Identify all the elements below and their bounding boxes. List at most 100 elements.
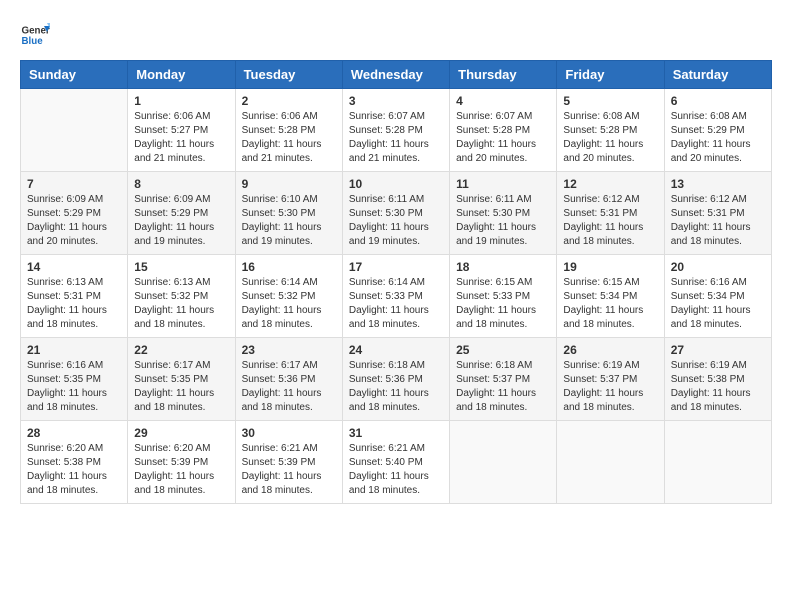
calendar-day-cell: 12Sunrise: 6:12 AMSunset: 5:31 PMDayligh… — [557, 172, 664, 255]
calendar-week-row: 28 Sunrise: 6:20 AMSunset: 5:38 PMDayligh… — [21, 421, 772, 504]
day-number: 9 — [242, 177, 336, 191]
day-info: Sunrise: 6:19 AMSunset: 5:38 PMDaylight:… — [671, 359, 765, 415]
calendar-day-cell: 1Sunrise: 6:06 AMSunset: 5:27 PMDaylight… — [128, 89, 235, 172]
day-number: 26 — [563, 343, 657, 357]
calendar-week-row: 21 Sunrise: 6:16 AMSunset: 5:35 PMDayligh… — [21, 338, 772, 421]
day-number: 2 — [242, 94, 336, 108]
calendar-day-cell: 30 Sunrise: 6:21 AMSunset: 5:39 PMDayligh… — [235, 421, 342, 504]
day-number: 4 — [456, 94, 550, 108]
day-info: Sunrise: 6:12 AMSunset: 5:31 PMDaylight:… — [563, 193, 657, 249]
day-info: Sunrise: 6:07 AMSunset: 5:28 PMDaylight:… — [349, 110, 443, 166]
weekday-header: Saturday — [664, 61, 771, 89]
day-number: 7 — [27, 177, 121, 191]
calendar-week-row: 14Sunrise: 6:13 AMSunset: 5:31 PMDayligh… — [21, 255, 772, 338]
day-info: Sunrise: 6:08 AMSunset: 5:29 PMDaylight:… — [671, 110, 765, 166]
weekday-header: Thursday — [450, 61, 557, 89]
day-number: 15 — [134, 260, 228, 274]
day-info: Sunrise: 6:13 AMSunset: 5:32 PMDaylight:… — [134, 276, 228, 332]
day-info: Sunrise: 6:17 AMSunset: 5:36 PMDaylight:… — [242, 359, 336, 415]
day-info: Sunrise: 6:10 AMSunset: 5:30 PMDaylight:… — [242, 193, 336, 249]
day-info: Sunrise: 6:21 AMSunset: 5:39 PMDaylight:… — [242, 442, 336, 498]
day-info: Sunrise: 6:18 AMSunset: 5:37 PMDaylight:… — [456, 359, 550, 415]
day-info: Sunrise: 6:06 AMSunset: 5:27 PMDaylight:… — [134, 110, 228, 166]
calendar-day-cell: 26 Sunrise: 6:19 AMSunset: 5:37 PMDayligh… — [557, 338, 664, 421]
calendar-table: SundayMondayTuesdayWednesdayThursdayFrid… — [20, 60, 772, 504]
day-number: 3 — [349, 94, 443, 108]
day-info: Sunrise: 6:09 AMSunset: 5:29 PMDaylight:… — [134, 193, 228, 249]
calendar-day-cell: 15 Sunrise: 6:13 AMSunset: 5:32 PMDayligh… — [128, 255, 235, 338]
day-info: Sunrise: 6:20 AMSunset: 5:39 PMDaylight:… — [134, 442, 228, 498]
day-info: Sunrise: 6:21 AMSunset: 5:40 PMDaylight:… — [349, 442, 443, 498]
day-info: Sunrise: 6:11 AMSunset: 5:30 PMDaylight:… — [456, 193, 550, 249]
calendar-day-cell: 7 Sunrise: 6:09 AMSunset: 5:29 PMDaylight… — [21, 172, 128, 255]
day-info: Sunrise: 6:14 AMSunset: 5:33 PMDaylight:… — [349, 276, 443, 332]
calendar-day-cell: 22Sunrise: 6:17 AMSunset: 5:35 PMDayligh… — [128, 338, 235, 421]
logo: General Blue — [20, 20, 50, 50]
day-number: 5 — [563, 94, 657, 108]
weekday-header: Monday — [128, 61, 235, 89]
calendar-day-cell: 29 Sunrise: 6:20 AMSunset: 5:39 PMDayligh… — [128, 421, 235, 504]
day-number: 22 — [134, 343, 228, 357]
day-info: Sunrise: 6:14 AMSunset: 5:32 PMDaylight:… — [242, 276, 336, 332]
day-number: 16 — [242, 260, 336, 274]
day-number: 28 — [27, 426, 121, 440]
calendar-day-cell: 23 Sunrise: 6:17 AMSunset: 5:36 PMDayligh… — [235, 338, 342, 421]
weekday-header: Sunday — [21, 61, 128, 89]
day-number: 17 — [349, 260, 443, 274]
weekday-header: Friday — [557, 61, 664, 89]
logo-icon: General Blue — [20, 20, 50, 50]
calendar-day-cell — [557, 421, 664, 504]
calendar-day-cell: 10Sunrise: 6:11 AMSunset: 5:30 PMDayligh… — [342, 172, 449, 255]
calendar-day-cell: 16 Sunrise: 6:14 AMSunset: 5:32 PMDayligh… — [235, 255, 342, 338]
day-number: 14 — [27, 260, 121, 274]
calendar-day-cell: 19Sunrise: 6:15 AMSunset: 5:34 PMDayligh… — [557, 255, 664, 338]
day-number: 8 — [134, 177, 228, 191]
day-number: 24 — [349, 343, 443, 357]
day-number: 25 — [456, 343, 550, 357]
day-info: Sunrise: 6:09 AMSunset: 5:29 PMDaylight:… — [27, 193, 121, 249]
calendar-day-cell: 3 Sunrise: 6:07 AMSunset: 5:28 PMDaylight… — [342, 89, 449, 172]
calendar-day-cell: 13Sunrise: 6:12 AMSunset: 5:31 PMDayligh… — [664, 172, 771, 255]
day-number: 23 — [242, 343, 336, 357]
calendar-day-cell — [664, 421, 771, 504]
calendar-day-cell — [450, 421, 557, 504]
calendar-header-row: SundayMondayTuesdayWednesdayThursdayFrid… — [21, 61, 772, 89]
calendar-day-cell: 18 Sunrise: 6:15 AMSunset: 5:33 PMDayligh… — [450, 255, 557, 338]
day-number: 18 — [456, 260, 550, 274]
calendar-day-cell: 27 Sunrise: 6:19 AMSunset: 5:38 PMDayligh… — [664, 338, 771, 421]
day-info: Sunrise: 6:15 AMSunset: 5:34 PMDaylight:… — [563, 276, 657, 332]
calendar-week-row: 7 Sunrise: 6:09 AMSunset: 5:29 PMDaylight… — [21, 172, 772, 255]
day-number: 31 — [349, 426, 443, 440]
calendar-day-cell: 31 Sunrise: 6:21 AMSunset: 5:40 PMDayligh… — [342, 421, 449, 504]
calendar-day-cell: 6 Sunrise: 6:08 AMSunset: 5:29 PMDaylight… — [664, 89, 771, 172]
calendar-day-cell: 5Sunrise: 6:08 AMSunset: 5:28 PMDaylight… — [557, 89, 664, 172]
calendar-day-cell: 9 Sunrise: 6:10 AMSunset: 5:30 PMDaylight… — [235, 172, 342, 255]
calendar-day-cell: 24Sunrise: 6:18 AMSunset: 5:36 PMDayligh… — [342, 338, 449, 421]
day-info: Sunrise: 6:20 AMSunset: 5:38 PMDaylight:… — [27, 442, 121, 498]
calendar-day-cell: 28 Sunrise: 6:20 AMSunset: 5:38 PMDayligh… — [21, 421, 128, 504]
calendar-day-cell: 21 Sunrise: 6:16 AMSunset: 5:35 PMDayligh… — [21, 338, 128, 421]
day-number: 21 — [27, 343, 121, 357]
day-number: 6 — [671, 94, 765, 108]
day-number: 11 — [456, 177, 550, 191]
calendar-day-cell: 2 Sunrise: 6:06 AMSunset: 5:28 PMDaylight… — [235, 89, 342, 172]
calendar-day-cell: 8 Sunrise: 6:09 AMSunset: 5:29 PMDaylight… — [128, 172, 235, 255]
day-number: 30 — [242, 426, 336, 440]
day-number: 27 — [671, 343, 765, 357]
day-info: Sunrise: 6:16 AMSunset: 5:34 PMDaylight:… — [671, 276, 765, 332]
calendar-day-cell — [21, 89, 128, 172]
day-info: Sunrise: 6:15 AMSunset: 5:33 PMDaylight:… — [456, 276, 550, 332]
calendar-day-cell: 11 Sunrise: 6:11 AMSunset: 5:30 PMDayligh… — [450, 172, 557, 255]
weekday-header: Wednesday — [342, 61, 449, 89]
day-number: 29 — [134, 426, 228, 440]
calendar-day-cell: 14Sunrise: 6:13 AMSunset: 5:31 PMDayligh… — [21, 255, 128, 338]
calendar-day-cell: 25 Sunrise: 6:18 AMSunset: 5:37 PMDayligh… — [450, 338, 557, 421]
day-number: 13 — [671, 177, 765, 191]
day-info: Sunrise: 6:19 AMSunset: 5:37 PMDaylight:… — [563, 359, 657, 415]
svg-text:Blue: Blue — [22, 36, 44, 47]
day-info: Sunrise: 6:07 AMSunset: 5:28 PMDaylight:… — [456, 110, 550, 166]
day-info: Sunrise: 6:16 AMSunset: 5:35 PMDaylight:… — [27, 359, 121, 415]
day-info: Sunrise: 6:06 AMSunset: 5:28 PMDaylight:… — [242, 110, 336, 166]
calendar-day-cell: 20 Sunrise: 6:16 AMSunset: 5:34 PMDayligh… — [664, 255, 771, 338]
day-number: 20 — [671, 260, 765, 274]
